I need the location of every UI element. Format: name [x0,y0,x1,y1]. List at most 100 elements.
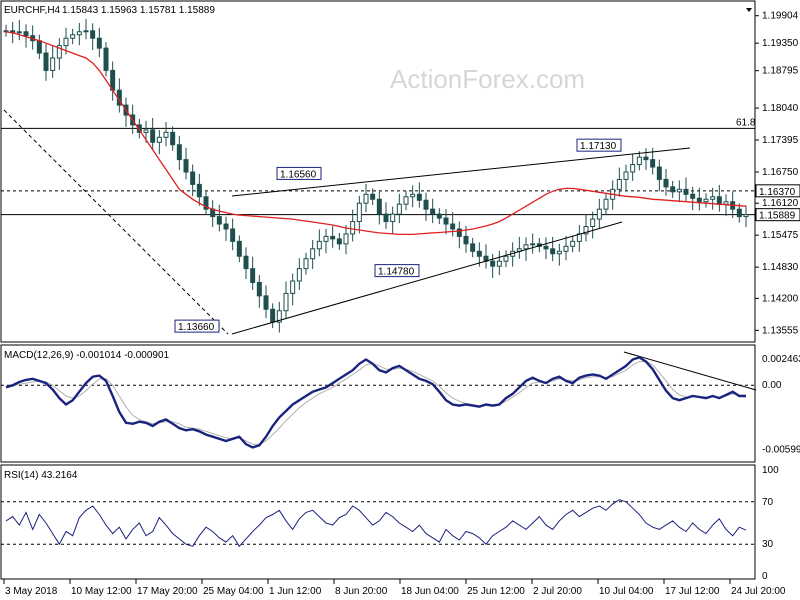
rsi-line [5,499,747,548]
price-tick-label: 1.18040 [762,103,799,114]
price-tick-label: 1.14200 [762,293,799,304]
candle-body [76,31,82,36]
candle-body [250,268,256,284]
candle-body [703,198,709,203]
time-tick-label: 2 Jul 20:00 [533,586,582,597]
candle-body [650,159,656,168]
candle-body [396,203,402,215]
candle-body [616,178,622,190]
candle-body [50,57,56,71]
candle-body [676,188,682,193]
candle-body [36,40,42,54]
candle-body [563,245,569,252]
candle-body [656,166,662,180]
candle-body [96,37,102,49]
candle-body [370,193,376,200]
price-tick-label: 1.19350 [762,38,799,49]
watermark: ActionForex.com [390,64,585,94]
candle-body [550,248,556,255]
candle-body [63,37,69,47]
price-tick-label: 1.18795 [762,66,799,77]
rsi-axis: 100 70 30 0 [1,465,779,582]
candle-body [356,202,362,223]
candle-body [390,213,396,223]
candle-body [710,196,716,200]
candle-body [603,198,609,210]
candle-body [183,159,189,173]
candle-body [530,243,536,246]
macd-line [5,356,747,449]
candle-body [83,30,89,33]
rsi-tick-label: 30 [762,539,774,550]
candle-body [376,198,382,215]
price-tick-label: 1.15475 [762,230,799,241]
price-level-label: 1.15889 [759,211,796,222]
candle-body [216,216,222,225]
candle-body [330,235,336,240]
macd-trendline [623,351,757,391]
candle-body [243,255,249,270]
candle-body [283,292,289,312]
candle-body [490,260,496,267]
candle-body [443,217,449,225]
candle-body [723,201,729,205]
time-tick-label: 24 Jul 20:00 [731,586,786,597]
trendlines [3,109,757,391]
candle-body [156,136,162,143]
candle-body [743,214,749,218]
macd-tick-label: 0.00 [762,380,782,391]
candle-body [430,208,436,215]
candle-body [290,280,296,294]
fib-level-label: 61.8 [736,117,756,128]
candle-body [690,193,696,199]
price-tick-label: 1.14830 [762,262,799,273]
candle-body [343,233,349,245]
dropdown-arrow-icon[interactable] [746,8,752,12]
candle-body [623,171,629,180]
candle-body [296,268,302,282]
candle-body [423,199,429,210]
candle-body [643,156,649,161]
candle-body [403,196,409,205]
candle-body [630,164,636,173]
price-annotations: 1.13660 1.16560 1.14780 1.17130 [174,138,622,333]
candle-body [163,131,169,138]
time-tick-label: 25 Jun 12:00 [467,586,525,597]
candle-body [150,129,156,143]
candle-body [190,171,196,185]
time-tick-label: 10 Jul 04:00 [599,586,654,597]
candle-body [476,250,482,257]
candle-body [670,186,676,193]
macd-axis: 0.002463 0.00 -0.005992 [1,354,800,455]
candle-body [90,30,96,39]
candle-body [223,223,229,230]
price-annotation-label: 1.17130 [580,141,617,152]
price-annotation-label: 1.14780 [378,267,415,278]
price-tick-label: 1.19904 [762,11,799,22]
time-tick-label: 10 May 12:00 [71,586,132,597]
time-tick-label: 18 Jun 04:00 [401,586,459,597]
rsi-tick-label: 100 [762,465,779,476]
candle-body [463,235,469,245]
price-tick-label: 1.16120 [762,198,799,209]
candle-body [316,240,322,250]
candle-body [450,223,456,230]
price-candles [3,18,749,333]
candle-body [543,245,549,250]
candle-body [210,208,216,218]
ohlc-label: 1.15843 1.15963 1.15781 1.15889 [62,5,215,16]
candle-body [496,260,502,267]
candle-body [170,131,176,146]
candle-body [263,295,269,310]
price-tick-label: 1.16750 [762,167,799,178]
candle-body [43,52,49,71]
candle-body [596,208,602,220]
candle-body [363,193,369,204]
macd-tick-label: -0.005992 [762,444,800,455]
trendline-lower [231,221,623,335]
candle-body [416,193,422,201]
candle-body [310,248,316,260]
time-tick-label: 25 May 04:00 [203,586,264,597]
macd-signal-line [6,361,746,445]
candle-body [143,129,149,133]
